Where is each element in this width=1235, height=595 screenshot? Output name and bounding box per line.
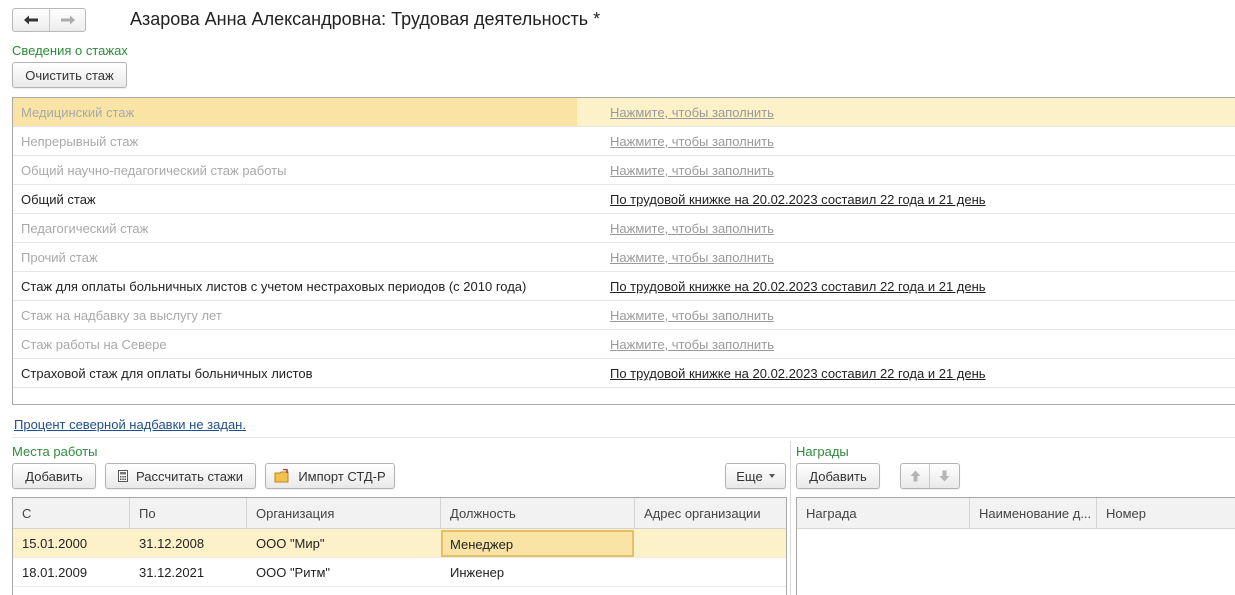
add-award-button[interactable]: Добавить (796, 463, 880, 489)
move-buttons (900, 463, 960, 489)
stazh-list: Медицинский стаж Нажмите, чтобы заполнить… (12, 97, 1235, 405)
stazh-row[interactable]: Стаж работы на Севере Нажмите, чтобы запо… (13, 330, 1235, 359)
stazh-value-link[interactable]: Нажмите, чтобы заполнить (610, 337, 774, 352)
stazh-value-link[interactable]: Нажмите, чтобы заполнить (610, 250, 774, 265)
workplaces-section-title: Места работы (12, 444, 98, 459)
more-button[interactable]: Еще (725, 463, 786, 489)
move-down-button[interactable] (930, 464, 959, 488)
col-number[interactable]: Номер (1097, 498, 1235, 529)
stazh-name: Прочий стаж (21, 250, 98, 265)
import-std-label: Импорт СТД-Р (298, 468, 386, 484)
clear-stazh-button[interactable]: Очистить стаж (12, 62, 127, 88)
cell-address (635, 529, 644, 558)
workplaces-table: С По Организация Должность Адрес организ… (12, 497, 787, 595)
stazh-name: Стаж для оплаты больничных листов с учет… (21, 279, 527, 294)
col-address[interactable]: Адрес организации (635, 498, 786, 529)
stazh-name: Непрерывный стаж (21, 134, 139, 149)
vertical-divider (790, 441, 791, 595)
col-organization[interactable]: Организация (247, 498, 441, 529)
arrow-down-icon (939, 470, 950, 482)
col-award[interactable]: Награда (797, 498, 970, 529)
cell-position: Инженер (450, 565, 505, 580)
stazh-row[interactable]: Общий стаж По трудовой книжке на 20.02.20… (13, 185, 1235, 214)
col-position[interactable]: Должность (441, 498, 635, 529)
stazh-name: Общий научно-педагогический стаж работы (21, 163, 287, 178)
chevron-down-icon (768, 474, 775, 478)
stazh-section-title: Сведения о стажах (12, 43, 128, 58)
cell-from: 15.01.2000 (22, 536, 88, 551)
back-button[interactable] (13, 9, 49, 31)
more-label: Еще (736, 468, 763, 484)
calculator-icon (118, 470, 129, 482)
calc-stazh-label: Рассчитать стажи (136, 468, 243, 484)
cell-address (635, 558, 644, 587)
north-bonus-link[interactable]: Процент северной надбавки не задан. (14, 417, 246, 432)
cell-position[interactable]: Менеджер (441, 530, 634, 557)
cell-to: 31.12.2021 (139, 565, 205, 580)
stazh-row[interactable]: Медицинский стаж Нажмите, чтобы заполнить (13, 98, 1235, 127)
awards-section-title: Награды (796, 444, 849, 459)
calc-stazh-button[interactable]: Рассчитать стажи (105, 463, 256, 489)
cell-organization: ООО "Ритм" (256, 565, 331, 580)
awards-table-header: Награда Наименование д... Номер (797, 498, 1235, 529)
arrow-left-icon (24, 15, 38, 25)
stazh-name: Стаж работы на Севере (21, 337, 167, 352)
stazh-value-link[interactable]: Нажмите, чтобы заполнить (610, 308, 774, 323)
history-nav (12, 8, 86, 32)
stazh-name: Стаж на надбавку за выслугу лет (21, 308, 222, 323)
stazh-row[interactable]: Стаж для оплаты больничных листов с учет… (13, 272, 1235, 301)
stazh-name: Страховой стаж для оплаты больничных лис… (21, 366, 313, 381)
stazh-name: Педагогический стаж (21, 221, 149, 236)
stazh-row[interactable]: Общий научно-педагогический стаж работы Н… (13, 156, 1235, 185)
col-from[interactable]: С (13, 498, 130, 529)
stazh-row[interactable]: Страховой стаж для оплаты больничных лис… (13, 359, 1235, 388)
stazh-name: Общий стаж (21, 192, 96, 207)
stazh-row[interactable]: Непрерывный стаж Нажмите, чтобы заполнить (13, 127, 1235, 156)
stazh-row[interactable]: Педагогический стаж Нажмите, чтобы заполн… (13, 214, 1235, 243)
stazh-value-link[interactable]: По трудовой книжке на 20.02.2023 состави… (610, 279, 986, 294)
stazh-value-link[interactable]: По трудовой книжке на 20.02.2023 состави… (610, 366, 986, 381)
stazh-value-link[interactable]: По трудовой книжке на 20.02.2023 состави… (610, 192, 986, 207)
workplaces-table-header: С По Организация Должность Адрес организ… (13, 498, 786, 529)
stazh-name: Медицинский стаж (21, 105, 135, 120)
add-workplace-button[interactable]: Добавить (12, 463, 96, 489)
cell-to: 31.12.2008 (139, 536, 205, 551)
table-row[interactable]: 18.01.2009 31.12.2021 ООО "Ритм" Инженер (13, 558, 786, 587)
arrow-right-icon (60, 15, 75, 25)
arrow-up-icon (910, 470, 920, 482)
folder-import-icon (274, 469, 290, 483)
col-doc-name[interactable]: Наименование д... (970, 498, 1097, 529)
table-row[interactable]: 15.01.2000 31.12.2008 ООО "Мир" Менеджер (13, 529, 786, 558)
cell-organization: ООО "Мир" (256, 536, 325, 551)
stazh-value-link[interactable]: Нажмите, чтобы заполнить (610, 134, 774, 149)
forward-button[interactable] (49, 9, 85, 31)
move-up-button[interactable] (901, 464, 930, 488)
cell-from: 18.01.2009 (22, 565, 88, 580)
stazh-value-link[interactable]: Нажмите, чтобы заполнить (610, 163, 774, 178)
stazh-value-link[interactable]: Нажмите, чтобы заполнить (610, 221, 774, 236)
divider (12, 437, 1235, 438)
awards-table: Награда Наименование д... Номер (796, 497, 1235, 595)
col-to[interactable]: По (130, 498, 247, 529)
import-std-button[interactable]: Импорт СТД-Р (265, 463, 395, 489)
stazh-row[interactable]: Стаж на надбавку за выслугу лет Нажмите, … (13, 301, 1235, 330)
stazh-row[interactable]: Прочий стаж Нажмите, чтобы заполнить (13, 243, 1235, 272)
stazh-value-link[interactable]: Нажмите, чтобы заполнить (610, 105, 774, 120)
page-title: Азарова Анна Александровна: Трудовая дея… (130, 9, 601, 29)
